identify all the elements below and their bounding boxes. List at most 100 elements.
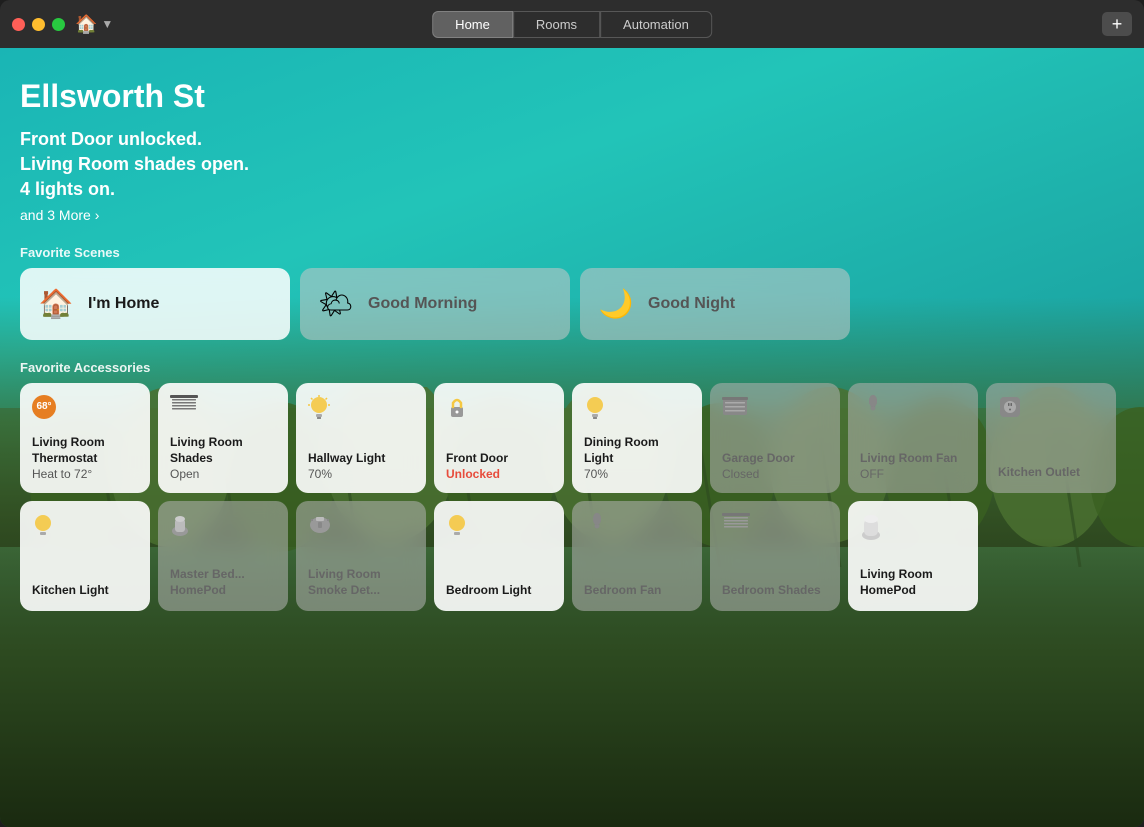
scenes-section-label: Favorite Scenes <box>20 245 1124 260</box>
maximize-button[interactable] <box>52 18 65 31</box>
front-door-text: Front Door Unlocked <box>446 451 552 481</box>
kitchen-light-name: Kitchen Light <box>32 583 138 599</box>
living-homepod-icon <box>860 513 966 545</box>
hallway-light-status: 70% <box>308 467 414 481</box>
smoke-text: Living Room Smoke Det... <box>308 567 414 598</box>
tab-home[interactable]: Home <box>432 11 513 38</box>
thermostat-text: Living Room Thermostat Heat to 72° <box>32 435 138 480</box>
card-living-room-thermostat[interactable]: 68° Living Room Thermostat Heat to 72° <box>20 383 150 493</box>
add-button[interactable]: + <box>1102 12 1132 36</box>
tab-rooms[interactable]: Rooms <box>513 11 600 38</box>
home-title: Ellsworth St <box>20 78 1124 115</box>
home-icon: 🏠 <box>75 14 97 35</box>
main-window: 🏠 ▼ Home Rooms Automation + <box>0 0 1144 827</box>
outlet-name: Kitchen Outlet <box>998 465 1104 481</box>
status-line-3: 4 lights on. <box>20 177 1124 202</box>
kitchen-light-text: Kitchen Light <box>32 583 138 599</box>
status-line-2: Living Room shades open. <box>20 152 1124 177</box>
dining-light-text: Dining Room Light 70% <box>584 435 690 480</box>
close-button[interactable] <box>12 18 25 31</box>
living-homepod-text: Living Room HomePod <box>860 567 966 598</box>
living-homepod-name: Living Room HomePod <box>860 567 966 598</box>
card-front-door[interactable]: Front Door Unlocked <box>434 383 564 493</box>
garage-icon <box>722 395 828 421</box>
hero-area: Ellsworth St Front Door unlocked. Living… <box>0 48 1144 827</box>
dining-light-icon <box>584 395 690 425</box>
shades-status: Open <box>170 467 276 481</box>
shades-text: Living Room Shades Open <box>170 435 276 480</box>
card-kitchen-light[interactable]: Kitchen Light <box>20 501 150 611</box>
card-master-bed-homepod[interactable]: Master Bed... HomePod <box>158 501 288 611</box>
fan-icon <box>860 395 966 425</box>
tab-automation[interactable]: Automation <box>600 11 712 38</box>
master-homepod-text: Master Bed... HomePod <box>170 567 276 598</box>
dining-light-status: 70% <box>584 467 690 481</box>
thermostat-status: Heat to 72° <box>32 467 138 481</box>
shades-icon <box>170 395 276 421</box>
card-kitchen-outlet[interactable]: Kitchen Outlet <box>986 383 1116 493</box>
outlet-icon <box>998 395 1104 423</box>
shades-name: Living Room Shades <box>170 435 276 466</box>
scene-good-night[interactable]: 🌙 Good Night <box>580 268 850 340</box>
thermostat-icon: 68° <box>32 395 138 419</box>
living-fan-status: OFF <box>860 467 966 481</box>
minimize-button[interactable] <box>32 18 45 31</box>
bedroom-shades-text: Bedroom Shades <box>722 583 828 599</box>
card-living-room-fan[interactable]: Living Room Fan OFF <box>848 383 978 493</box>
good-morning-icon: 🌤 <box>318 287 354 320</box>
scene-good-morning[interactable]: 🌤 Good Morning <box>300 268 570 340</box>
im-home-label: I'm Home <box>88 295 159 313</box>
good-morning-label: Good Morning <box>368 295 477 313</box>
hallway-light-text: Hallway Light 70% <box>308 451 414 481</box>
living-fan-name: Living Room Fan <box>860 451 966 467</box>
card-bedroom-light[interactable]: Bedroom Light <box>434 501 564 611</box>
master-homepod-name: Master Bed... HomePod <box>170 567 276 598</box>
homepod-small-icon <box>170 513 276 541</box>
bedroom-shades-icon <box>722 513 828 539</box>
card-dining-room-light[interactable]: Dining Room Light 70% <box>572 383 702 493</box>
home-status: Front Door unlocked. Living Room shades … <box>20 127 1124 203</box>
titlebar: 🏠 ▼ Home Rooms Automation + <box>0 0 1144 48</box>
garage-text: Garage Door Closed <box>722 451 828 481</box>
garage-status: Closed <box>722 467 828 481</box>
card-bedroom-shades[interactable]: Bedroom Shades <box>710 501 840 611</box>
good-night-icon: 🌙 <box>598 287 634 320</box>
bedroom-light-text: Bedroom Light <box>446 583 552 599</box>
garage-name: Garage Door <box>722 451 828 467</box>
outlet-text: Kitchen Outlet <box>998 465 1104 481</box>
card-garage-door[interactable]: Garage Door Closed <box>710 383 840 493</box>
smoke-name: Living Room Smoke Det... <box>308 567 414 598</box>
bedroom-light-icon <box>446 513 552 543</box>
bedroom-shades-name: Bedroom Shades <box>722 583 828 599</box>
hallway-light-icon <box>308 395 414 425</box>
scene-im-home[interactable]: 🏠 I'm Home <box>20 268 290 340</box>
bedroom-light-name: Bedroom Light <box>446 583 552 599</box>
good-night-label: Good Night <box>648 295 735 313</box>
status-line-1: Front Door unlocked. <box>20 127 1124 152</box>
kitchen-light-icon <box>32 513 138 543</box>
dining-light-name: Dining Room Light <box>584 435 690 466</box>
thermostat-badge: 68° <box>32 395 56 419</box>
nav-tabs: Home Rooms Automation <box>432 11 712 38</box>
front-door-status: Unlocked <box>446 467 552 481</box>
card-living-room-homepod[interactable]: Living Room HomePod <box>848 501 978 611</box>
thermostat-name: Living Room Thermostat <box>32 435 138 466</box>
hero-content: Ellsworth St Front Door unlocked. Living… <box>0 48 1144 631</box>
bedroom-fan-text: Bedroom Fan <box>584 583 690 599</box>
home-chevron-icon: ▼ <box>101 17 113 31</box>
hallway-light-name: Hallway Light <box>308 451 414 467</box>
accessories-row1: 68° Living Room Thermostat Heat to 72° <box>20 383 1124 493</box>
accessories-section-label: Favorite Accessories <box>20 360 1124 375</box>
traffic-lights <box>12 18 65 31</box>
accessories-row2: Kitchen Light <box>20 501 1124 611</box>
scenes-grid: 🏠 I'm Home 🌤 Good Morning 🌙 Good Night <box>20 268 1124 340</box>
card-hallway-light[interactable]: Hallway Light 70% <box>296 383 426 493</box>
bedroom-fan-icon <box>584 513 690 543</box>
front-door-lock-icon <box>446 395 552 425</box>
card-living-room-shades[interactable]: Living Room Shades Open <box>158 383 288 493</box>
card-living-room-smoke[interactable]: Living Room Smoke Det... <box>296 501 426 611</box>
more-link[interactable]: and 3 More › <box>20 207 99 223</box>
im-home-icon: 🏠 <box>38 287 74 320</box>
home-icon-area: 🏠 ▼ <box>75 14 113 35</box>
card-bedroom-fan[interactable]: Bedroom Fan <box>572 501 702 611</box>
